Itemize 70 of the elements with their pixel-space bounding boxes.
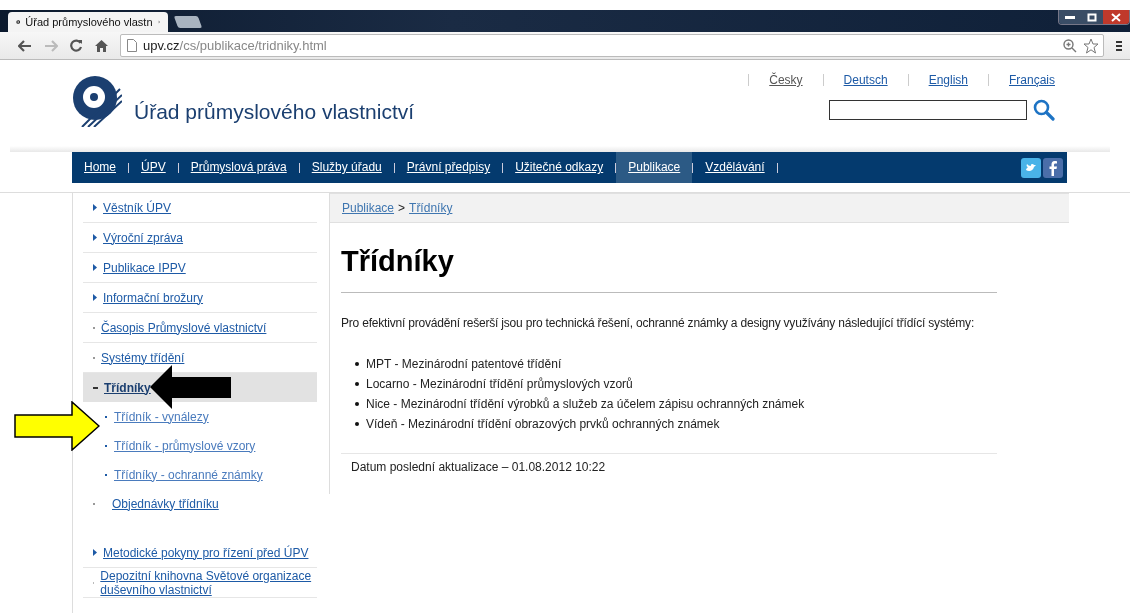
nav-link[interactable]: Home (72, 152, 128, 183)
menu-icon[interactable] (1116, 39, 1122, 52)
sidebar-link[interactable]: Metodické pokyny pro řízení před ÚPV (103, 545, 309, 560)
restore-button[interactable] (1081, 10, 1103, 24)
sidebar-link[interactable]: Depozitní knihovna Světové organizace duševního vlastnictví (100, 568, 317, 597)
page-heading: Třídníky (341, 245, 997, 293)
nav-link[interactable]: Průmyslová práva (178, 152, 299, 183)
sidebar-link[interactable]: Věstník ÚPV (103, 200, 172, 215)
left-pointing-arrow-icon (150, 365, 232, 409)
language-link[interactable]: English (928, 73, 968, 87)
sidebar-sublink[interactable]: Třídník - vynálezy (114, 409, 209, 424)
minus-icon (93, 386, 98, 389)
logo-icon (72, 73, 122, 127)
address-bar[interactable]: upv.cz/cs/publikace/tridniky.html (120, 34, 1104, 57)
list-item: Vídeň - Mezinárodní třídění obrazových prvků ochranných známek (366, 417, 720, 431)
site-title: Úřad průmyslového vlastnictví (134, 100, 415, 124)
browser-tab[interactable]: Úřad průmyslového vlastn (8, 12, 168, 32)
minimize-button[interactable] (1059, 10, 1081, 24)
list-item: Nice - Mezinárodní třídění výrobků a služeb za účelem zápisu ochranných známek (366, 397, 805, 411)
triangle-icon (93, 294, 97, 301)
restore-icon (1087, 12, 1097, 22)
triangle-icon (93, 264, 97, 271)
nav-link[interactable]: ÚPV (129, 152, 178, 183)
star-icon[interactable] (1083, 37, 1099, 54)
bullet-icon (355, 362, 359, 366)
list-item: Locarno - Mezinárodní třídění průmyslových vzorů (366, 377, 633, 391)
nav-link[interactable]: Služby úřadu (299, 152, 394, 183)
page-icon (127, 39, 137, 52)
bullet-icon (355, 382, 359, 386)
bullet-icon (355, 422, 359, 426)
sidebar-link[interactable]: Výroční zpráva (103, 230, 184, 245)
twitter-icon[interactable] (1021, 157, 1041, 178)
sidebar-link[interactable]: Systémy třídění (101, 350, 185, 365)
new-tab-button[interactable] (173, 16, 203, 28)
bullet-icon (355, 402, 359, 406)
last-updated: Datum poslední aktualizace – 01.08.2012 10:22 (341, 453, 997, 474)
search-field[interactable] (829, 100, 1027, 120)
breadcrumb-link[interactable]: Třídníky (409, 201, 453, 215)
nav-link[interactable]: Právní předpisy (394, 152, 503, 183)
nav-link[interactable]: Užitečné odkazy (503, 152, 616, 183)
sidebar-link[interactable]: Publikace IPPV (103, 260, 186, 275)
sidebar-sublink[interactable]: Třídníky - ochranné známky (114, 467, 263, 482)
breadcrumb-link[interactable]: Publikace (342, 201, 395, 215)
search-icon[interactable] (1033, 99, 1055, 121)
back-icon[interactable] (18, 39, 32, 52)
triangle-icon (93, 549, 97, 556)
close-icon (1111, 12, 1121, 22)
nav-link[interactable]: Publikace (616, 152, 693, 183)
minimize-icon (1065, 15, 1075, 19)
intro-paragraph: Pro efektivní provádění rešerší jsou pro technická řešení, ochranné známky a designy využívány následující třídící systémy: (341, 316, 976, 330)
sidebar-sublink[interactable]: Třídník - průmyslové vzory (114, 438, 256, 453)
reload-icon[interactable] (70, 39, 83, 52)
triangle-icon (93, 204, 97, 211)
zoom-icon[interactable] (1063, 38, 1077, 53)
nav-link[interactable]: Vzdělávání (693, 152, 777, 183)
language-link[interactable]: Français (1009, 73, 1055, 87)
language-link[interactable]: Česky (769, 73, 803, 87)
sidebar-link[interactable]: Informační brožury (103, 290, 204, 305)
breadcrumb-separator: > (398, 201, 406, 215)
sidebar-link[interactable]: Třídníky (104, 380, 151, 395)
tab-title: Úřad průmyslového vlastn (25, 16, 153, 28)
triangle-icon (93, 234, 97, 241)
language-link[interactable]: Deutsch (843, 73, 888, 87)
home-icon[interactable] (95, 39, 108, 52)
sidebar-link[interactable]: Objednávky třídníku (112, 496, 219, 511)
close-button[interactable] (1103, 10, 1129, 24)
facebook-icon[interactable] (1043, 157, 1063, 178)
right-pointing-arrow-icon (14, 401, 100, 451)
sidebar-link[interactable]: Časopis Průmyslové vlastnictví (101, 320, 267, 335)
list-item: MPT - Mezinárodní patentové třídění (366, 357, 562, 371)
